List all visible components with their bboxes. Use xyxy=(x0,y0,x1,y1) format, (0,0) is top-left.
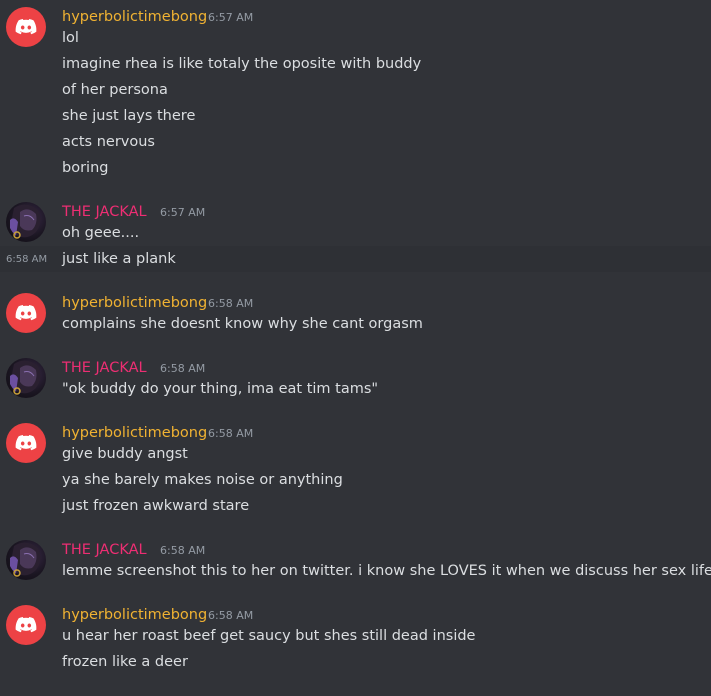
message-timestamp: 6:57 AM xyxy=(160,206,206,219)
author-name[interactable]: hyperbolictimebong xyxy=(62,424,207,442)
discord-logo-icon[interactable] xyxy=(6,7,46,47)
user-avatar-image[interactable] xyxy=(6,540,46,580)
message-line: complains she doesnt know why she cant o… xyxy=(62,316,423,332)
message-timestamp: 6:58 AM xyxy=(160,362,206,375)
author-name[interactable]: hyperbolictimebong xyxy=(62,294,207,312)
message-line: she just lays there xyxy=(62,108,196,124)
message-timestamp: 6:58 AM xyxy=(208,609,254,622)
message-line: just frozen awkward stare xyxy=(62,498,250,514)
message-line: boring xyxy=(62,160,109,176)
message-line: lol xyxy=(62,30,79,46)
user-avatar-image[interactable] xyxy=(6,202,46,242)
message-line: frozen like a deer xyxy=(62,654,188,670)
hover-timestamp: 6:58 AM xyxy=(6,254,48,265)
message-line: lemme screenshot this to her on twitter.… xyxy=(62,563,711,579)
message-timestamp: 6:58 AM xyxy=(160,544,206,557)
discord-logo-icon[interactable] xyxy=(6,605,46,645)
author-name[interactable]: hyperbolictimebong xyxy=(62,8,207,26)
message-line: acts nervous xyxy=(62,134,155,150)
message-line: oh geee.... xyxy=(62,225,140,241)
user-avatar-image[interactable] xyxy=(6,358,46,398)
message-timestamp: 6:58 AM xyxy=(208,427,254,440)
discord-logo-icon[interactable] xyxy=(6,423,46,463)
author-name[interactable]: THE JACKAL xyxy=(62,541,147,559)
message-line: ya she barely makes noise or anything xyxy=(62,472,343,488)
message-timestamp: 6:58 AM xyxy=(208,297,254,310)
message-line: just like a plank xyxy=(62,251,176,267)
message-line: u hear her roast beef get saucy but shes… xyxy=(62,628,476,644)
message-line: of her persona xyxy=(62,82,168,98)
message-line: "ok buddy do your thing, ima eat tim tam… xyxy=(62,381,379,397)
message-line: give buddy angst xyxy=(62,446,188,462)
author-name[interactable]: hyperbolictimebong xyxy=(62,606,207,624)
message-line: imagine rhea is like totaly the oposite … xyxy=(62,56,422,72)
discord-logo-icon[interactable] xyxy=(6,293,46,333)
message-timestamp: 6:57 AM xyxy=(208,11,254,24)
author-name[interactable]: THE JACKAL xyxy=(62,203,147,221)
author-name[interactable]: THE JACKAL xyxy=(62,359,147,377)
